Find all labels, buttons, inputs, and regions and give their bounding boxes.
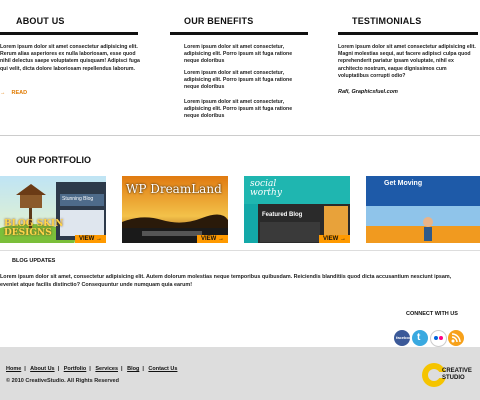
logo-text-line2: STUDIO (442, 375, 465, 381)
benefits-underline (170, 32, 308, 35)
portfolio-title: OUR PORTFOLIO (16, 155, 91, 165)
testimonial-text: Lorem ipsum dolor sit amet consectetur a… (338, 44, 476, 79)
footer-link-about[interactable]: About Us (30, 366, 54, 372)
creative-studio-logo[interactable]: CREATIVE STUDIO (420, 360, 480, 390)
footer-link-services[interactable]: Services (95, 366, 118, 372)
testimonials-underline (338, 32, 478, 35)
portfolio-item-wp-dreamland[interactable]: WP DreamLand VIEW → (122, 176, 228, 243)
footer-link-blog[interactable]: Blog (127, 366, 139, 372)
benefit-item: Lorem ipsum dolor sit amet consectetur, … (184, 70, 293, 91)
footer-link-home[interactable]: Home (6, 366, 21, 372)
view-button[interactable]: VIEW → (196, 235, 228, 243)
flickr-icon[interactable] (430, 330, 447, 347)
arrow-right-icon: → (0, 90, 6, 96)
portfolio-caption: Get Moving (384, 180, 423, 187)
copyright: © 2010 CreativeStudio. All Rights Reserv… (6, 378, 119, 384)
about-text: Lorem ipsum dolor sit amet consectetur a… (0, 44, 140, 72)
view-button[interactable]: VIEW → (318, 235, 350, 243)
portfolio-item-social-worthy[interactable]: social worthy Featured Blog VIEW → (244, 176, 350, 243)
portfolio-caption: social worthy (250, 179, 282, 198)
footer-link-contact[interactable]: Contact Us (148, 366, 177, 372)
portfolio-caption: WP DreamLand (126, 182, 222, 196)
divider (0, 135, 480, 136)
blog-title: BLOG UPDATES (12, 258, 56, 264)
rss-icon[interactable] (448, 330, 464, 346)
benefit-item: Lorem ipsum dolor sit amet consectetur, … (184, 99, 293, 120)
benefit-item: Lorem ipsum dolor sit amet consectetur, … (184, 44, 293, 65)
portfolio-item-blog-skin[interactable]: BLOG SKIN DESIGNS Stunning Blog VIEW → (0, 176, 106, 243)
footer (0, 347, 480, 400)
read-more-link[interactable]: → READ (0, 90, 27, 96)
logo-text-line1: CREATIVE (442, 368, 472, 374)
footer-nav: Home | About Us | Portfolio | Services | Blo… (6, 366, 178, 372)
twitter-icon[interactable]: t (412, 330, 428, 346)
portfolio-side-text: Featured Blog (262, 212, 303, 218)
portfolio-item-get-moving[interactable]: Get Moving (366, 176, 480, 243)
benefits-title: OUR BENEFITS (184, 16, 254, 26)
facebook-icon[interactable]: facebook (394, 330, 414, 346)
testimonials-title: TESTIMONIALS (352, 16, 422, 26)
view-button[interactable]: VIEW → (74, 235, 106, 243)
portfolio-caption: BLOG SKIN DESIGNS (4, 219, 64, 238)
footer-link-portfolio[interactable]: Portfolio (64, 366, 87, 372)
about-title: ABOUT US (16, 16, 65, 26)
divider (0, 250, 480, 251)
portfolio-side-text: Stunning Blog (62, 196, 94, 202)
blog-text: Lorem ipsum dolor sit amet, consectetur … (0, 274, 452, 288)
about-underline (0, 32, 138, 35)
testimonial-author: Rafi, Graphicsfuel.com (338, 89, 398, 95)
connect-title: CONNECT WITH US (406, 311, 458, 317)
